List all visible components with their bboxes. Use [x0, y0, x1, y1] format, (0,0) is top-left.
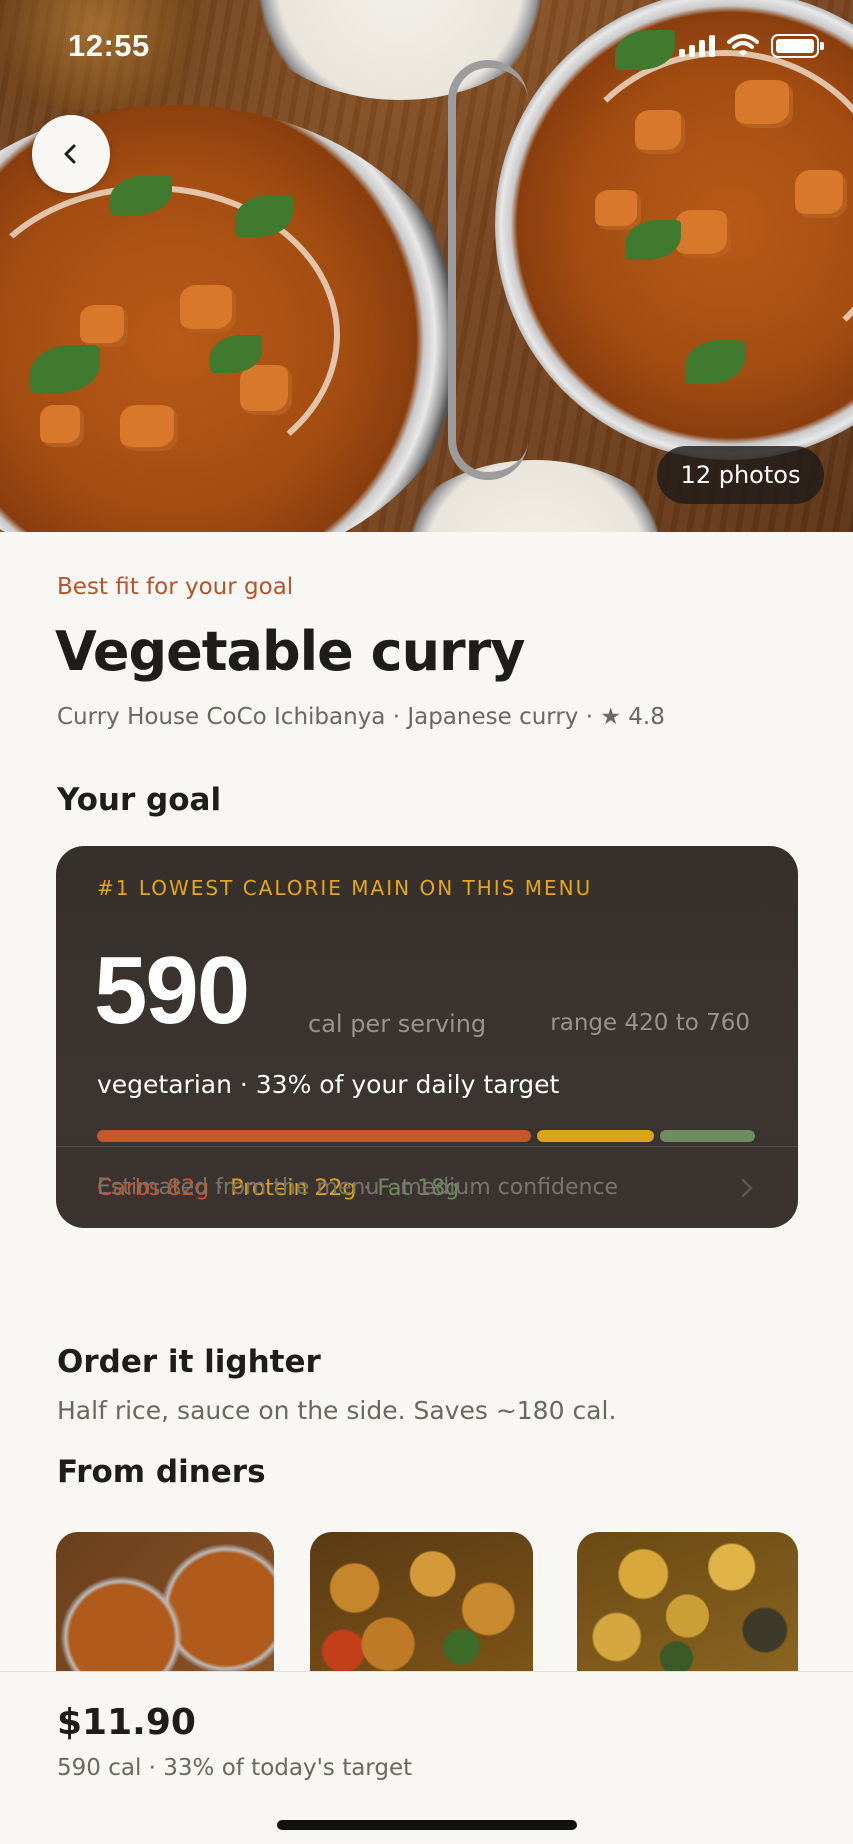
wifi-icon [727, 34, 759, 56]
curry-chunk [120, 405, 178, 451]
diet-target-text: vegetarian · 33% of your daily target [97, 1070, 560, 1099]
photos-count-button[interactable]: 12 photos [657, 446, 824, 504]
price-summary: 590 cal · 33% of today's target [57, 1755, 413, 1781]
status-bar: 12:55 [0, 0, 853, 92]
calorie-unit: cal per serving [308, 1010, 487, 1038]
cellular-signal-icon [679, 35, 715, 57]
status-icons [679, 34, 824, 58]
curry-chunk [40, 405, 84, 447]
chevron-right-icon [741, 1178, 753, 1197]
macro-bar-carbs [97, 1130, 532, 1142]
goal-heading: Your goal [57, 782, 222, 818]
diner-photo[interactable] [56, 1532, 274, 1672]
lighter-tip: Half rice, sauce on the side. Saves ~180… [57, 1396, 617, 1425]
diner-photo[interactable] [577, 1532, 798, 1672]
macro-bar-protein [537, 1130, 654, 1142]
curry-chunk [180, 285, 236, 333]
back-button[interactable] [32, 115, 110, 193]
status-time: 12:55 [68, 28, 150, 63]
curry-chunk [240, 365, 292, 415]
macro-bar-fat [659, 1130, 755, 1142]
calorie-range: range 420 to 760 [550, 1010, 750, 1036]
diner-photo[interactable] [310, 1532, 533, 1672]
diners-heading: From diners [57, 1454, 266, 1490]
estimate-info-row[interactable]: Estimated from the menu · medium confide… [56, 1146, 798, 1228]
hero-photo[interactable]: 12:55 12 photos [0, 0, 853, 532]
home-indicator[interactable] [277, 1820, 577, 1830]
dish-title: Vegetable curry [55, 620, 525, 683]
curry-chunk [595, 190, 641, 230]
macro-bar [97, 1130, 755, 1142]
battery-icon [771, 34, 824, 58]
curry-chunk [795, 170, 847, 218]
curry-chunk [675, 210, 731, 258]
goal-card[interactable]: #1 LOWEST CALORIE MAIN ON THIS MENU 590 … [56, 846, 798, 1228]
chevron-left-icon [64, 144, 76, 164]
restaurant-meta: Curry House CoCo Ichibanya · Japanese cu… [57, 704, 665, 730]
goal-fit-label: Best fit for your goal [57, 574, 294, 600]
estimate-note: Estimated from the menu · medium confide… [97, 1175, 619, 1200]
calorie-value: 590 [94, 937, 250, 1044]
curry-chunk [635, 110, 685, 154]
price: $11.90 [57, 1702, 196, 1743]
ranking-badge: #1 LOWEST CALORIE MAIN ON THIS MENU [97, 876, 593, 900]
order-bar: $11.90 590 cal · 33% of today's target [0, 1671, 853, 1844]
lighter-heading: Order it lighter [57, 1344, 321, 1380]
curry-chunk [80, 305, 128, 347]
